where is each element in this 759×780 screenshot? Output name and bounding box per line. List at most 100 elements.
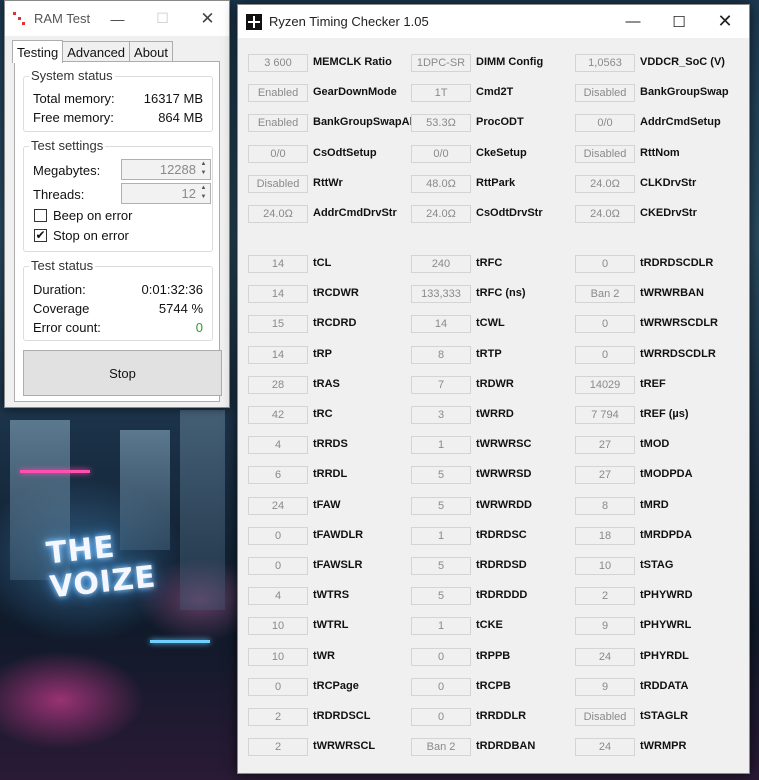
timing-label: tWRWRSCDLR xyxy=(640,317,719,330)
checkbox-box[interactable]: ✔ xyxy=(34,228,47,242)
testing-tab-panel: System status Total memory: 16317 MB Fre… xyxy=(14,61,222,402)
error-count-value: 0 xyxy=(195,320,203,335)
minimize-icon: — xyxy=(625,13,641,30)
close-button[interactable]: ✕ xyxy=(185,1,230,36)
timing-label: tRRDDLR xyxy=(476,710,527,722)
timing-label: tWRWRBAN xyxy=(640,287,704,300)
threads-label: Threads: xyxy=(33,187,85,202)
timing-value-field: 14 xyxy=(248,255,308,273)
spin-down-icon[interactable]: ▼ xyxy=(198,169,209,178)
timing-value-field: Disabled xyxy=(575,708,635,726)
maximize-icon: ☐ xyxy=(672,13,686,31)
timing-value-field: 1 xyxy=(411,526,471,545)
timing-value-field: 0 xyxy=(411,647,471,666)
minimize-button[interactable]: — xyxy=(95,1,140,36)
ramtest-titlebar[interactable]: RAM Test — ☐ ✕ xyxy=(5,1,229,36)
threads-spinner[interactable]: 12 ▲ ▼ xyxy=(121,183,211,204)
timing-label: tFAWSLR xyxy=(313,559,363,571)
timing-label: BankGroupSwapAlt xyxy=(313,116,417,129)
timing-value-field: 1 xyxy=(411,436,471,455)
timing-value-field: 7 xyxy=(411,375,471,394)
timing-value-field: 8 xyxy=(575,496,635,515)
duration-value: 0:01:32:36 xyxy=(141,282,203,297)
timing-value-field: 1DPC-SR xyxy=(411,54,471,72)
megabytes-label: Megabytes: xyxy=(33,163,101,178)
timing-value-field: 1,0563 xyxy=(575,54,635,72)
timing-label: tRDWR xyxy=(476,377,514,390)
timing-label: ProcODT xyxy=(476,116,524,129)
timing-label: AddrCmdDrvStr xyxy=(313,207,397,219)
timing-value-field: 42 xyxy=(248,406,308,424)
timing-value-field: 0 xyxy=(248,557,308,575)
timing-label: tWTRS xyxy=(313,589,350,602)
timing-label: AddrCmdSetup xyxy=(640,116,721,129)
tab-testing[interactable]: Testing xyxy=(12,40,64,63)
timing-label: VDDCR_SoC (V) xyxy=(640,56,725,68)
maximize-button[interactable]: ☐ xyxy=(656,5,702,38)
timing-value-field: Enabled xyxy=(248,114,308,133)
tab-about[interactable]: About xyxy=(129,41,174,62)
timing-label: tRDRDBAN xyxy=(476,740,536,753)
timing-value-field: 0 xyxy=(411,708,471,726)
wallpaper-building xyxy=(180,410,225,610)
timing-label: tMODPDA xyxy=(640,468,693,481)
spin-up-icon[interactable]: ▲ xyxy=(198,160,209,169)
timing-value-field: 27 xyxy=(575,466,635,485)
rtc-titlebar[interactable]: Ryzen Timing Checker 1.05 — ☐ ✕ xyxy=(238,5,749,38)
timing-label: tFAW xyxy=(313,498,341,511)
timing-label: RttPark xyxy=(476,176,516,189)
timing-label: CsOdtSetup xyxy=(313,146,377,159)
timing-value-field: 9 xyxy=(575,677,635,696)
ramtest-app-icon xyxy=(13,12,25,25)
beep-on-error-label: Beep on error xyxy=(53,207,133,223)
timing-label: tRP xyxy=(313,347,332,360)
megabytes-value: 12288 xyxy=(159,162,196,177)
timing-value-field: Disabled xyxy=(575,144,635,163)
close-icon: ✕ xyxy=(200,8,215,28)
free-memory-value: 864 MB xyxy=(158,110,203,125)
timing-label: tRPPB xyxy=(476,649,511,662)
timing-label: tRDDATA xyxy=(640,679,689,692)
checkbox-box[interactable] xyxy=(34,208,47,222)
timing-label: tPHYRDL xyxy=(640,649,689,662)
wallpaper-neon-sign: THE VOIZE xyxy=(45,527,158,606)
timing-value-field: 8 xyxy=(411,345,471,364)
maximize-button[interactable]: ☐ xyxy=(140,1,185,36)
stop-on-error-checkbox[interactable]: ✔ Stop on error xyxy=(34,227,129,243)
maximize-icon: ☐ xyxy=(156,10,169,26)
timing-label: tRDRDDD xyxy=(476,589,528,602)
timing-value-field: 3 600 xyxy=(248,54,308,72)
timing-label: tRFC xyxy=(476,257,503,269)
timing-value-field: 15 xyxy=(248,315,308,334)
error-count-label: Error count: xyxy=(33,320,101,335)
timing-value-field: 28 xyxy=(248,375,308,394)
tab-advanced[interactable]: Advanced xyxy=(62,41,131,62)
stop-button[interactable]: Stop xyxy=(23,350,222,396)
megabytes-spinner[interactable]: 12288 ▲ ▼ xyxy=(121,159,211,180)
total-memory-label: Total memory: xyxy=(33,91,115,106)
duration-label: Duration: xyxy=(33,282,86,297)
timing-label: tPHYWRL xyxy=(640,619,692,632)
close-button[interactable]: ✕ xyxy=(702,5,748,38)
timing-value-field: 9 xyxy=(575,617,635,636)
timing-value-field: 24.0Ω xyxy=(411,205,471,223)
timing-label: CLKDrvStr xyxy=(640,176,697,189)
spin-up-icon[interactable]: ▲ xyxy=(198,184,209,193)
timing-value-field: 7 794 xyxy=(575,406,635,424)
timing-label: tWRWRSC xyxy=(476,438,532,451)
coverage-value: 5744 % xyxy=(158,301,203,316)
timing-value-field: 27 xyxy=(575,436,635,455)
minimize-button[interactable]: — xyxy=(610,5,656,38)
timing-value-field: 14 xyxy=(411,315,471,334)
timing-label: tMOD xyxy=(640,438,670,451)
beep-on-error-checkbox[interactable]: Beep on error xyxy=(34,207,133,223)
timing-label: MEMCLK Ratio xyxy=(313,56,392,68)
spin-down-icon[interactable]: ▼ xyxy=(198,193,209,202)
timing-label: tREF xyxy=(640,377,666,390)
timing-label: tRRDL xyxy=(313,468,348,481)
timing-label: tRAS xyxy=(313,377,340,390)
timing-label: tRDRDSCDLR xyxy=(640,257,714,269)
timing-label: tWRWRSD xyxy=(476,468,532,481)
timing-value-field: 10 xyxy=(575,557,635,575)
timing-value-field: 24 xyxy=(248,496,308,515)
